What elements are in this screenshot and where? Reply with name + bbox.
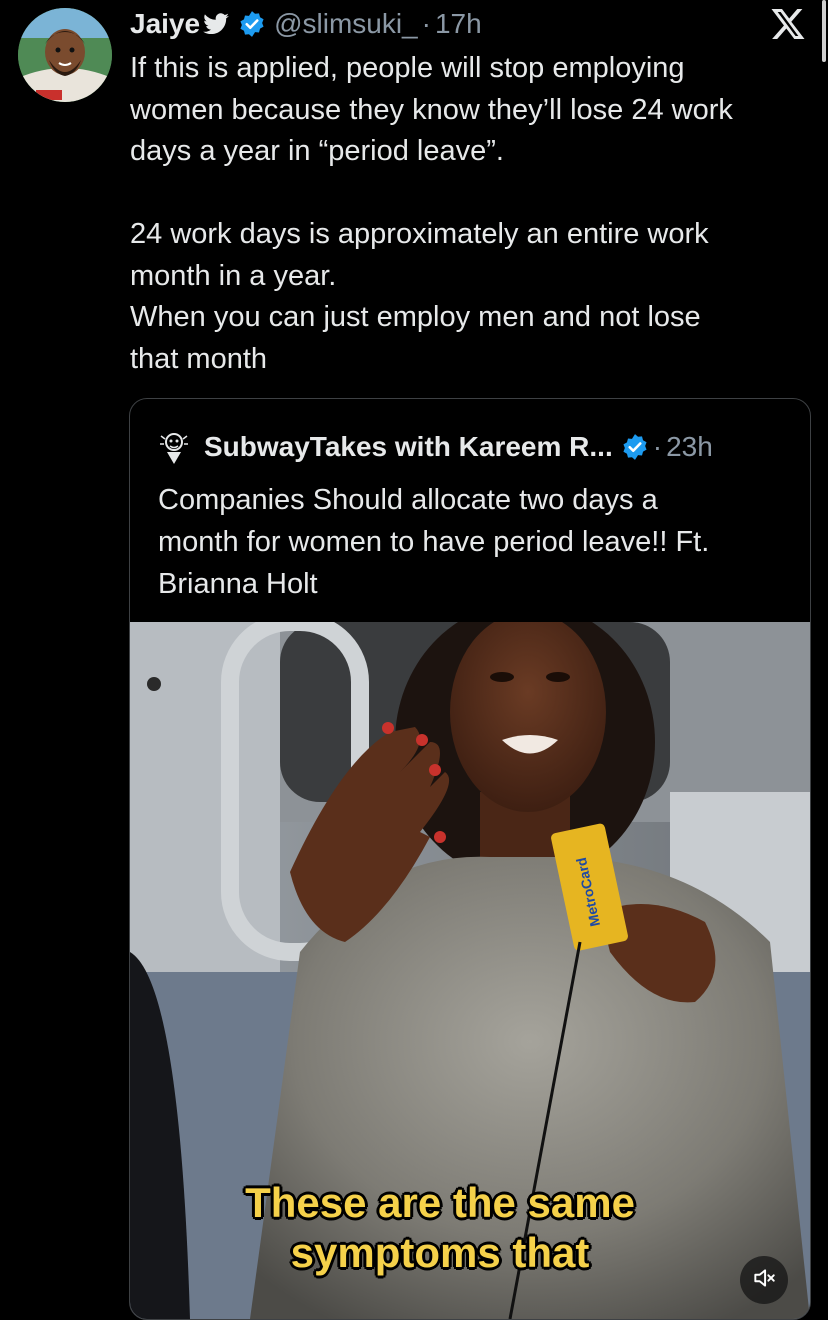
- tweet-text: If this is applied, people will stop emp…: [130, 48, 820, 380]
- tweet-text-line: If this is applied, people will stop emp…: [130, 52, 685, 84]
- tweet-header: Jaiye @slimsuki_ · 17h: [130, 4, 482, 44]
- tweet-text-line: When you can just employ men and not los…: [130, 301, 701, 333]
- author-name[interactable]: Jaiye: [130, 8, 200, 40]
- tweet-text-line: women because they know they’ll lose 24 …: [130, 93, 733, 126]
- bird-icon: [202, 10, 230, 38]
- quote-text-line: month for women to have period leave!! F…: [158, 526, 710, 558]
- separator: ·: [421, 8, 431, 39]
- video-captions: These are the same symptoms that: [130, 1178, 750, 1278]
- quote-avatar[interactable]: [158, 430, 190, 464]
- mute-button[interactable]: [740, 1256, 788, 1304]
- quote-text-line: Companies Should allocate two days a: [158, 484, 658, 516]
- separator: ·: [652, 431, 663, 462]
- quote-text: Companies Should allocate two days a mon…: [158, 479, 788, 605]
- scrollbar[interactable]: [822, 0, 826, 62]
- caption-line: symptoms that: [290, 1229, 590, 1276]
- tweet-text-line: days a year in “period leave”.: [130, 135, 504, 167]
- quote-timestamp[interactable]: 23h: [666, 431, 713, 463]
- author-handle[interactable]: @slimsuki_: [274, 8, 418, 40]
- video-player[interactable]: MetroCard These are the same symptoms th…: [130, 622, 810, 1319]
- mute-icon: [751, 1265, 777, 1296]
- tweet-text-line: that month: [130, 342, 268, 375]
- verified-icon: [238, 10, 266, 38]
- quote-header: SubwayTakes with Kareem R... · 23h: [158, 429, 713, 465]
- timestamp[interactable]: 17h: [435, 8, 482, 40]
- caption-line: These are the same: [245, 1179, 635, 1226]
- verified-icon: [621, 433, 649, 461]
- quote-author-name[interactable]: SubwayTakes with Kareem R...: [204, 431, 613, 463]
- author-avatar[interactable]: [18, 8, 112, 102]
- quoted-tweet-card[interactable]: SubwayTakes with Kareem R... · 23h Compa…: [129, 398, 811, 1320]
- tweet-text-line: month in a year.: [130, 259, 337, 292]
- x-logo-icon[interactable]: [770, 6, 806, 42]
- tweet-text-line: 24 work days is approximately an entire …: [130, 218, 709, 250]
- quote-text-line: Brianna Holt: [158, 568, 318, 600]
